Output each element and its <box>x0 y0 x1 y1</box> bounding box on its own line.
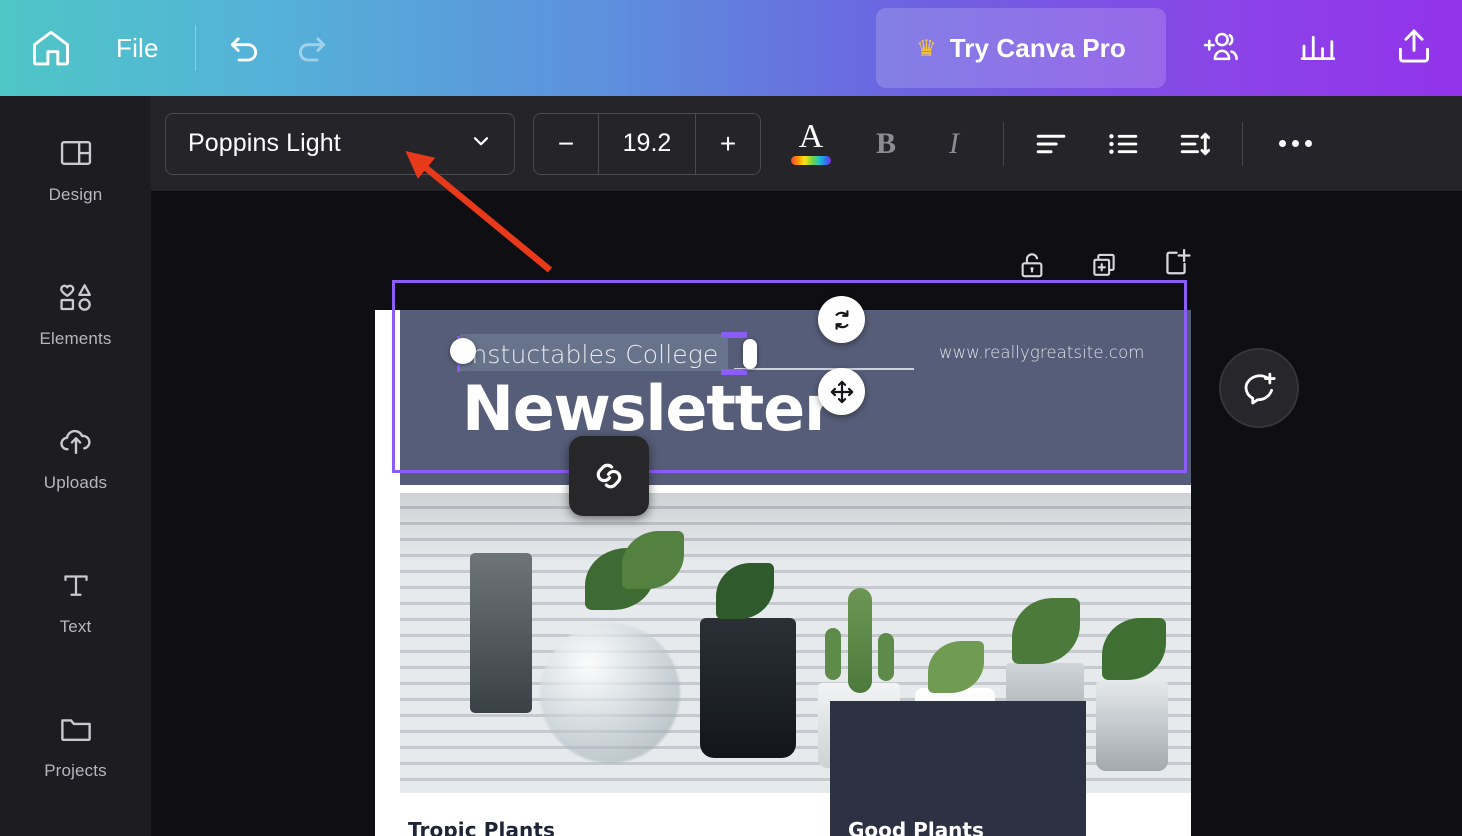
sidebar-item-uploads[interactable]: Uploads <box>0 384 151 528</box>
line-spacing-icon[interactable] <box>1170 119 1220 169</box>
text-handle-edge-right-top <box>721 332 747 338</box>
text-t-icon <box>54 563 98 607</box>
resize-handle-left[interactable] <box>450 338 476 364</box>
sidebar-label-uploads: Uploads <box>43 473 108 492</box>
shapes-icon <box>54 275 98 319</box>
move-icon[interactable] <box>818 368 865 415</box>
font-size-stepper: − 19.2 + <box>533 112 761 175</box>
font-size-decrease-button[interactable]: − <box>534 114 598 174</box>
website-text[interactable]: www.reallygreatsite.com <box>939 343 1144 362</box>
cloud-upload-icon <box>54 419 98 463</box>
dot <box>1278 140 1286 147</box>
add-collaborator-icon[interactable] <box>1190 14 1254 78</box>
college-text[interactable]: Instuctables College <box>464 340 718 369</box>
dark-info-card[interactable]: Good Plants <box>830 701 1086 836</box>
link-chain-icon[interactable] <box>569 436 649 516</box>
font-family-dropdown[interactable]: Poppins Light <box>165 112 515 175</box>
toolbar-divider <box>194 25 196 71</box>
file-menu-button[interactable]: File <box>116 33 159 64</box>
text-format-toolbar: Poppins Light − 19.2 + A B I <box>151 96 1462 192</box>
home-icon[interactable] <box>26 23 76 73</box>
sidebar-item-projects[interactable]: Projects <box>0 672 151 816</box>
font-size-input[interactable]: 19.2 <box>598 113 696 174</box>
upload-publish-icon[interactable] <box>1382 14 1446 78</box>
sidebar-label-design: Design <box>48 185 103 204</box>
lock-icon[interactable] <box>1012 245 1052 285</box>
canva-editor-window: File ♛ Try Canva Pro Design Elements Upl… <box>0 0 1462 836</box>
add-comment-icon[interactable] <box>1219 348 1299 428</box>
text-color-button[interactable]: A <box>785 115 837 173</box>
add-page-icon[interactable] <box>1156 243 1196 283</box>
text-align-left-icon[interactable] <box>1026 119 1076 169</box>
caption-right: Good Plants <box>848 818 984 836</box>
font-family-value: Poppins Light <box>188 129 341 157</box>
crown-icon: ♛ <box>916 34 937 61</box>
folder-icon <box>54 707 98 751</box>
sidebar-item-design[interactable]: Design <box>0 96 151 240</box>
canvas-workspace[interactable]: Instuctables College www.reallygreatsite… <box>151 193 1462 836</box>
newsletter-title[interactable]: Newsletter <box>462 372 835 445</box>
text-handle-edge-right-bottom <box>721 369 747 375</box>
toolbar-divider <box>1242 121 1243 166</box>
redo-icon[interactable] <box>284 20 340 76</box>
dot <box>1291 140 1299 147</box>
duplicate-icon[interactable] <box>1084 245 1124 285</box>
toolbar-divider <box>1003 121 1004 166</box>
undo-icon[interactable] <box>216 20 272 76</box>
try-canva-pro-button[interactable]: ♛ Try Canva Pro <box>876 8 1166 88</box>
layout-panels-icon <box>54 131 98 175</box>
chevron-down-icon <box>468 128 494 159</box>
color-gradient-bar <box>791 155 831 165</box>
header-divider-line <box>734 368 914 370</box>
italic-button[interactable]: I <box>927 117 981 171</box>
header-band[interactable]: Instuctables College www.reallygreatsite… <box>400 310 1191 485</box>
sidebar-item-elements[interactable]: Elements <box>0 240 151 384</box>
more-options-icon[interactable] <box>1269 119 1321 169</box>
sidebar-label-text: Text <box>59 617 92 636</box>
font-size-increase-button[interactable]: + <box>696 114 760 174</box>
bar-chart-icon[interactable] <box>1286 14 1350 78</box>
top-app-bar: File ♛ Try Canva Pro <box>0 0 1462 96</box>
left-sidebar: Design Elements Uploads Text Projects <box>0 96 151 836</box>
dot <box>1304 140 1312 147</box>
sidebar-label-projects: Projects <box>44 761 107 780</box>
sidebar-label-elements: Elements <box>39 329 112 348</box>
design-page[interactable]: Instuctables College www.reallygreatsite… <box>375 310 1191 836</box>
font-color-icon: A <box>798 118 824 156</box>
bulleted-list-icon[interactable] <box>1098 119 1148 169</box>
sidebar-item-text[interactable]: Text <box>0 528 151 672</box>
bold-button[interactable]: B <box>859 117 913 171</box>
resize-handle-right[interactable] <box>743 339 757 369</box>
try-canva-pro-label: Try Canva Pro <box>949 32 1126 63</box>
rotate-icon[interactable] <box>818 296 865 343</box>
caption-left[interactable]: Tropic Plants <box>408 818 555 836</box>
